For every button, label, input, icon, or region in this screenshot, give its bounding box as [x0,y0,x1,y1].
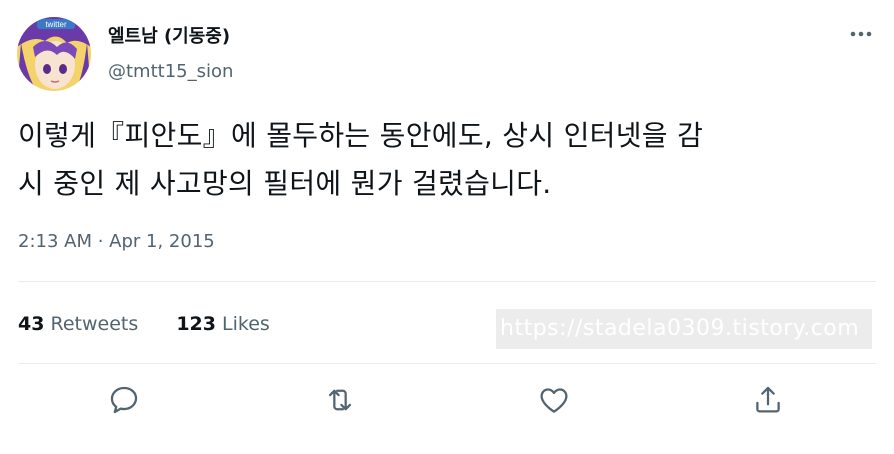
retweets-label: Retweets [50,313,139,335]
retweets-stat[interactable]: 43 Retweets [18,312,138,336]
divider [18,281,876,282]
display-name[interactable]: 엘트남 (기동중) [108,25,230,49]
tweet-stats: 43 Retweets 123 Likes [18,312,270,336]
avatar-image: twitter [17,17,91,91]
reply-icon[interactable] [107,383,141,417]
retweet-icon[interactable] [323,383,357,417]
like-icon[interactable] [537,383,571,417]
share-icon[interactable] [751,383,785,417]
likes-label: Likes [222,313,270,335]
avatar[interactable]: twitter [17,17,91,91]
more-icon[interactable] [846,24,878,44]
likes-stat[interactable]: 123 Likes [176,312,270,336]
retweets-count: 43 [18,313,45,335]
avatar-text: twitter [45,20,67,29]
tweet-text: 이렇게『피안도』에 몰두하는 동안에도, 상시 인터넷을 감 시 중인 제 사고… [18,119,704,200]
likes-count: 123 [176,313,216,335]
tweet: twitter 엘트남 (기동중) @tmtt15_sion 이렇게『피안도』에… [0,0,894,454]
divider [18,363,876,364]
watermark: https://stadela0309.tistory.com [496,309,872,349]
user-handle[interactable]: @tmtt15_sion [108,60,233,84]
tweet-timestamp[interactable]: 2:13 AM · Apr 1, 2015 [18,230,215,254]
